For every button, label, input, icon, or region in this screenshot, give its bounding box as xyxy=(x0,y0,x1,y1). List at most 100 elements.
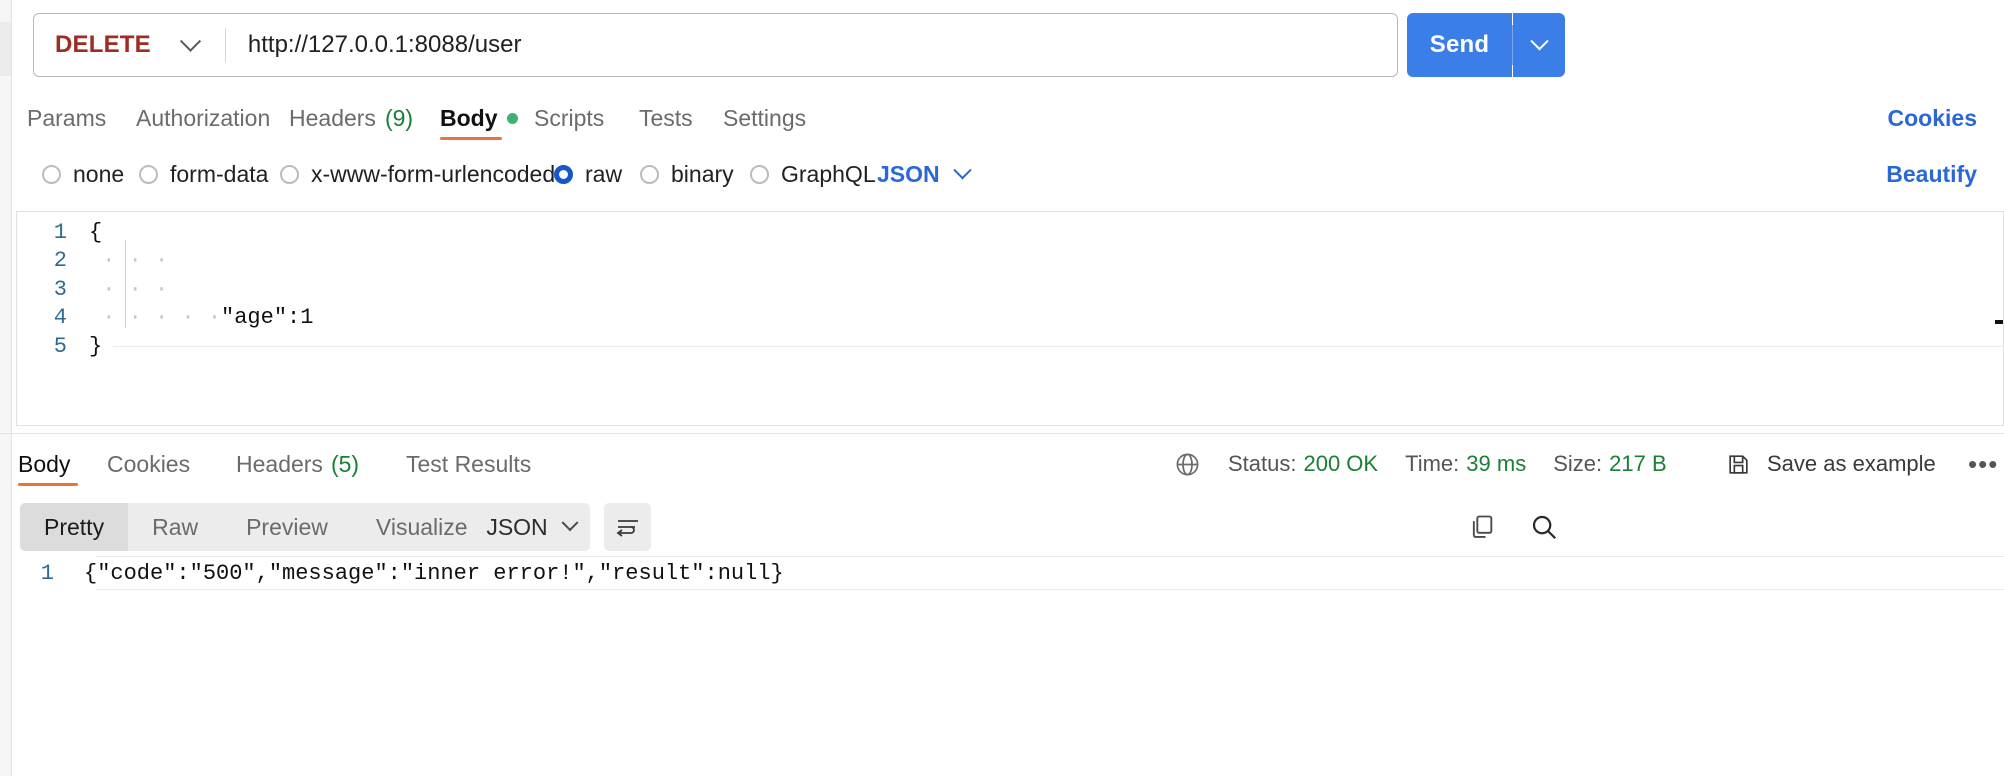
response-line: 1 {"code":"500","message":"inner error!"… xyxy=(0,556,2004,590)
radio-icon xyxy=(554,165,573,184)
tab-params[interactable]: Params xyxy=(27,96,106,140)
option-label: x-www-form-urlencoded xyxy=(311,161,555,188)
line-number: 3 xyxy=(17,277,89,302)
beautify-link[interactable]: Beautify xyxy=(1886,152,1977,196)
option-label: GraphQL xyxy=(781,161,876,188)
line-whitespace: · · · xyxy=(89,248,168,273)
editor-line[interactable]: 3 · · · xyxy=(17,275,2003,304)
tab-label: Tests xyxy=(639,105,693,132)
size-value: 217 B xyxy=(1609,451,1667,477)
line-whitespace: · · · xyxy=(89,277,168,302)
response-view-toolbar: Pretty Raw Preview Visualize JSON xyxy=(0,503,2004,551)
tab-label: Settings xyxy=(723,105,806,132)
method-selector[interactable]: DELETE xyxy=(34,14,201,76)
tab-label: Authorization xyxy=(136,105,270,132)
copy-response-button[interactable] xyxy=(1462,507,1502,547)
line-number: 2 xyxy=(17,248,89,273)
save-as-example-button[interactable]: Save as example xyxy=(1726,442,1936,486)
save-icon xyxy=(1726,452,1751,477)
response-format-select[interactable]: JSON xyxy=(472,503,590,551)
url-input[interactable] xyxy=(226,14,1397,76)
editor-line-active[interactable]: 4 · · · · ·"age":1 xyxy=(17,304,2003,333)
radio-icon xyxy=(139,165,158,184)
active-tab-indicator xyxy=(440,137,502,140)
tab-headers[interactable]: Headers(9) xyxy=(289,96,413,140)
status-label: Status: xyxy=(1228,451,1296,477)
body-type-row: none form-data x-www-form-urlencoded raw… xyxy=(0,152,2004,196)
response-body-viewer[interactable]: 1 {"code":"500","message":"inner error!"… xyxy=(0,556,2004,616)
raw-format-label: JSON xyxy=(877,161,940,188)
tab-settings[interactable]: Settings xyxy=(723,96,806,140)
tab-authorization[interactable]: Authorization xyxy=(136,96,270,140)
editor-line[interactable]: 1 { xyxy=(17,218,2003,247)
tab-label: Scripts xyxy=(534,105,604,132)
unsaved-dot-icon xyxy=(507,113,518,124)
request-body-editor[interactable]: 1 { 2 · · · 3 · · · 4 · · · · ·"age":1 5… xyxy=(16,211,2004,426)
view-mode-visualize[interactable]: Visualize xyxy=(352,503,492,551)
view-mode-preview[interactable]: Preview xyxy=(222,503,352,551)
method-label: DELETE xyxy=(55,31,151,59)
time-metric: Time: 39 ms xyxy=(1405,451,1526,477)
response-metrics: Status: 200 OK Time: 39 ms Size: 217 B xyxy=(1174,442,1667,486)
line-content: {"code":"500","message":"inner error!","… xyxy=(76,561,784,586)
option-label: raw xyxy=(585,161,622,188)
editor-scrollbar[interactable] xyxy=(1995,320,2003,324)
chevron-down-icon xyxy=(561,514,578,531)
body-type-none[interactable]: none xyxy=(42,152,124,196)
response-tab-test-results[interactable]: Test Results xyxy=(406,442,531,486)
option-label: binary xyxy=(671,161,734,188)
active-response-tab-indicator xyxy=(18,483,78,486)
left-rail-nub xyxy=(0,22,11,76)
body-type-x-www-form-urlencoded[interactable]: x-www-form-urlencoded xyxy=(280,152,555,196)
body-type-binary[interactable]: binary xyxy=(640,152,734,196)
request-tabs: Params Authorization Headers(9) Body Scr… xyxy=(0,96,2004,140)
line-separator-top xyxy=(96,556,2004,557)
response-tabs: Body Cookies Headers (5) Test Results xyxy=(0,442,2004,486)
editor-line[interactable]: 5 } xyxy=(17,332,2003,361)
option-label: none xyxy=(73,161,124,188)
postman-request-response-pane: DELETE Send Params Authorization Headers… xyxy=(0,0,2004,776)
editor-line[interactable]: 2 · · · xyxy=(17,247,2003,276)
radio-icon xyxy=(640,165,659,184)
view-mode-raw[interactable]: Raw xyxy=(128,503,222,551)
tab-scripts[interactable]: Scripts xyxy=(534,96,604,140)
line-text: "age":1 xyxy=(221,305,313,330)
response-tab-body[interactable]: Body xyxy=(18,442,70,486)
response-more-actions-button[interactable]: ••• xyxy=(1968,442,1998,486)
option-label: form-data xyxy=(170,161,268,188)
raw-format-select[interactable]: JSON xyxy=(877,152,969,196)
status-metric: Status: 200 OK xyxy=(1228,451,1378,477)
tab-count: (5) xyxy=(331,451,359,478)
size-metric: Size: 217 B xyxy=(1553,451,1666,477)
tab-label: Headers xyxy=(289,105,376,132)
body-type-form-data[interactable]: form-data xyxy=(139,152,268,196)
tab-body[interactable]: Body xyxy=(440,96,518,140)
tab-tests[interactable]: Tests xyxy=(639,96,693,140)
line-number: 1 xyxy=(17,220,89,245)
status-value: 200 OK xyxy=(1303,451,1378,477)
radio-icon xyxy=(42,165,61,184)
line-content: } xyxy=(89,334,102,359)
send-options-button[interactable] xyxy=(1513,13,1565,77)
body-type-graphql[interactable]: GraphQL xyxy=(750,152,876,196)
send-button-group: Send xyxy=(1407,13,1565,77)
cookies-link[interactable]: Cookies xyxy=(1888,96,1977,140)
view-mode-pretty[interactable]: Pretty xyxy=(20,503,128,551)
line-content: · · · · ·"age":1 xyxy=(89,305,313,330)
search-response-button[interactable] xyxy=(1524,507,1564,547)
line-number: 1 xyxy=(0,561,76,586)
chevron-down-icon xyxy=(1530,32,1548,50)
tab-label: Cookies xyxy=(107,451,190,478)
body-type-raw[interactable]: raw xyxy=(554,152,622,196)
tab-label: Headers xyxy=(236,451,323,478)
response-tab-cookies[interactable]: Cookies xyxy=(107,442,190,486)
url-bar: DELETE xyxy=(33,13,1398,77)
wrap-lines-button[interactable] xyxy=(604,503,651,551)
save-as-example-label: Save as example xyxy=(1767,451,1936,477)
response-divider xyxy=(0,433,2004,434)
line-separator xyxy=(113,346,2003,347)
radio-icon xyxy=(280,165,299,184)
radio-icon xyxy=(750,165,769,184)
send-button[interactable]: Send xyxy=(1407,13,1512,77)
response-tab-headers[interactable]: Headers (5) xyxy=(236,442,359,486)
